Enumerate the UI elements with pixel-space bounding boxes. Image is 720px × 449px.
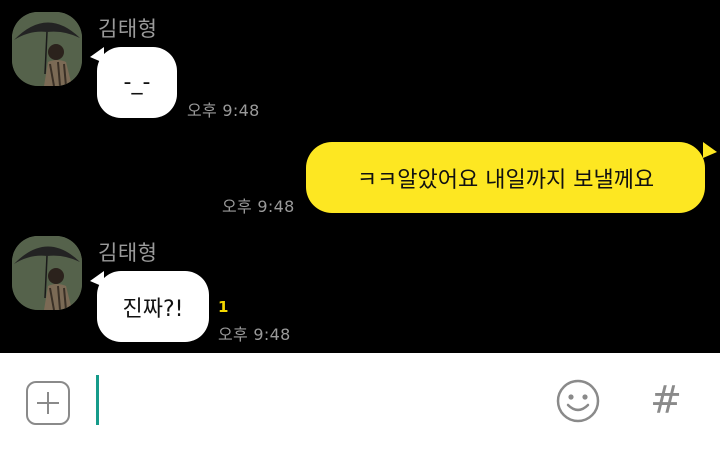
profile-photo [12,12,82,86]
hash-icon[interactable]: # [646,375,686,425]
message-input[interactable] [94,375,514,427]
message-time: 오후 9:48 [218,325,291,344]
message-text: ㅋㅋ알았어요 내일까지 보낼께요 [356,167,655,193]
incoming-message-bubble[interactable]: 진짜?! [97,271,209,342]
chat-area[interactable]: 김태형 -_- 오후 9:48 오후 9:48 ㅋㅋ알았어요 내일까지 보낼께요… [0,0,720,353]
sender-avatar[interactable] [12,12,82,86]
bubble-tail [703,142,717,158]
incoming-message-bubble[interactable]: -_- [97,47,177,118]
message-text: -_- [123,70,151,95]
sender-avatar[interactable] [12,236,82,310]
sender-name: 김태형 [98,17,158,41]
unread-count: 1 [218,298,229,316]
message-time: 오후 9:48 [187,101,260,120]
message-text: 진짜?! [122,296,184,322]
message-time: 오후 9:48 [222,197,295,216]
message-composer: # [0,353,720,449]
outgoing-message-bubble[interactable]: ㅋㅋ알았어요 내일까지 보낼께요 [306,142,705,213]
text-caret [96,375,99,425]
sender-name: 김태형 [98,241,158,265]
profile-photo [12,236,82,310]
smiley-icon[interactable] [555,378,601,424]
plus-square-icon[interactable] [26,381,70,425]
